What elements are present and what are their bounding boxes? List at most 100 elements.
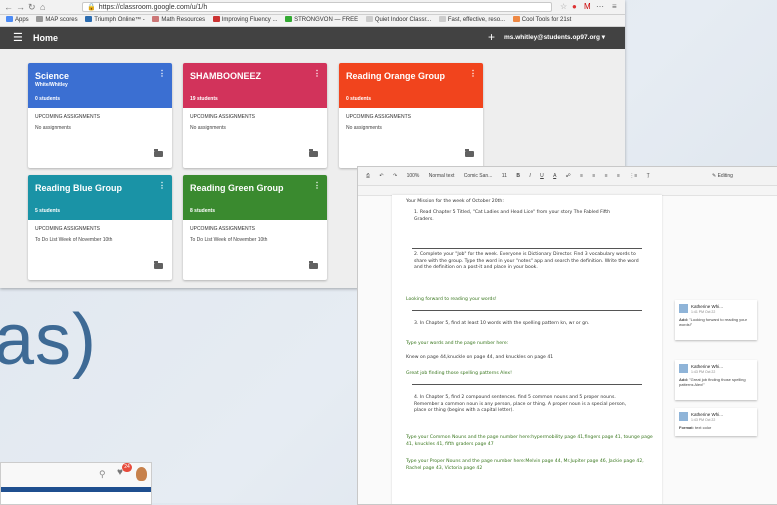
class-name[interactable]: Science: [35, 71, 69, 81]
clear-format-icon[interactable]: Ṯ: [647, 173, 650, 179]
slide-title-fragment: as): [0, 300, 98, 380]
lock-icon: 🔒: [87, 4, 96, 11]
bookmark-item[interactable]: Improving Fluency ...: [212, 16, 277, 23]
bookmark-item[interactable]: Cool Tools for 21st: [512, 16, 571, 23]
upcoming-value[interactable]: To Do List Week of November 10th: [190, 237, 267, 243]
bold-icon[interactable]: B: [516, 173, 520, 179]
upcoming-value: No assignments: [346, 125, 382, 131]
class-name[interactable]: Reading Orange Group: [346, 71, 445, 81]
upcoming-value[interactable]: To Do List Week of November 10th: [35, 237, 112, 243]
account-menu[interactable]: ms.whitley@students.op97.org ▾: [504, 33, 605, 43]
bookmarks-bar: Apps MAP scores Triumph Online™ - Math R…: [0, 15, 625, 27]
address-bar[interactable]: 🔒 https://classroom.google.com/u/1/h: [82, 2, 552, 12]
class-card-reading-blue[interactable]: Reading Blue Group 5 students ⋮ UPCOMING…: [28, 175, 172, 280]
reload-icon[interactable]: ↻: [28, 2, 36, 12]
class-name[interactable]: Reading Green Group: [190, 183, 284, 193]
style-select[interactable]: Normal text: [429, 173, 455, 179]
text-color-icon[interactable]: A: [553, 173, 556, 179]
folder-icon[interactable]: [154, 149, 163, 157]
bookmark-item[interactable]: Math Resources: [152, 16, 205, 23]
hamburger-menu-icon[interactable]: ☰: [13, 32, 23, 44]
comment-card[interactable]: Katherine Whi... 1:43 PM Oct 22 Format: …: [675, 408, 757, 436]
link-icon[interactable]: ☍: [566, 173, 571, 179]
redo-icon[interactable]: ↷: [393, 173, 397, 179]
bookmark-item[interactable]: MAP scores: [36, 16, 78, 23]
teacher-reply-1: Looking forward to reading your words!: [406, 297, 497, 302]
teacher-reply-2: Great job finding those spelling pattern…: [406, 371, 512, 376]
size-select[interactable]: 11: [502, 173, 507, 179]
more-options-icon[interactable]: ⋮: [313, 181, 321, 190]
print-icon[interactable]: ⎙: [366, 173, 370, 179]
comment-card[interactable]: Katherine Whi... 1:43 PM Oct 22 Add: "Gr…: [675, 360, 757, 400]
class-card-reading-green[interactable]: Reading Green Group 8 students ⋮ UPCOMIN…: [183, 175, 327, 280]
bookmark-item[interactable]: Apps: [6, 16, 29, 23]
class-card-shambooneez[interactable]: SHAMBOONEEZ 19 students ⋮ UPCOMING ASSIG…: [183, 63, 327, 168]
class-card-reading-orange[interactable]: Reading Orange Group 0 students ⋮ UPCOMI…: [339, 63, 483, 168]
menu-dots-icon[interactable]: ⋯: [596, 2, 604, 12]
zoom-select[interactable]: 100%: [407, 173, 420, 179]
avatar[interactable]: [136, 467, 147, 481]
answer-3[interactable]: Knew on page 44,knuckle on page 44, and …: [406, 355, 656, 362]
avatar: [679, 412, 688, 421]
bookmark-item[interactable]: Fast, effective, reso...: [438, 16, 505, 23]
font-select[interactable]: Comic San...: [464, 173, 493, 179]
add-class-icon[interactable]: +: [488, 31, 495, 43]
answer-4-proper[interactable]: Type your Proper Nouns and the page numb…: [406, 459, 656, 472]
more-options-icon[interactable]: ⋮: [469, 69, 477, 78]
align-left-icon[interactable]: ≡: [580, 173, 583, 179]
folder-icon[interactable]: [154, 261, 163, 269]
upcoming-heading: UPCOMING ASSIGNMENTS: [35, 226, 101, 232]
undo-icon[interactable]: ↶: [379, 173, 383, 179]
justify-icon[interactable]: ≡: [617, 173, 620, 179]
page-title: Home: [33, 33, 59, 43]
url-text: https://classroom.google.com/u/1/h: [98, 4, 208, 11]
comment-text: Add: "Looking forward to reading your wo…: [679, 317, 747, 327]
bookmark-item[interactable]: Triumph Online™ -: [85, 16, 145, 23]
folder-icon[interactable]: [309, 149, 318, 157]
bookmark-item[interactable]: Quiet Indoor Classr...: [365, 16, 431, 23]
classroom-header: ☰ Home + ms.whitley@students.op97.org ▾: [0, 27, 625, 49]
upcoming-heading: UPCOMING ASSIGNMENTS: [190, 114, 256, 120]
divider: [412, 248, 642, 249]
class-card-science[interactable]: Science White/Whitley 0 students ⋮ UPCOM…: [28, 63, 172, 168]
more-options-icon[interactable]: ⋮: [158, 69, 166, 78]
bookmark-item[interactable]: STRONGVON — FREE: [285, 16, 358, 23]
comment-time: 1:41 PM Oct 22: [691, 310, 716, 314]
more-options-icon[interactable]: ⋮: [158, 181, 166, 190]
editing-mode[interactable]: ✎ Editing: [712, 167, 733, 185]
underline-icon[interactable]: U: [540, 173, 544, 179]
student-count: 0 students: [35, 96, 61, 102]
gmail-icon[interactable]: M: [584, 2, 591, 12]
extension-icon[interactable]: ●: [572, 2, 577, 12]
star-icon[interactable]: ☆: [560, 2, 567, 12]
align-right-icon[interactable]: ≡: [605, 173, 608, 179]
folder-icon[interactable]: [309, 261, 318, 269]
align-center-icon[interactable]: ≡: [592, 173, 595, 179]
folder-icon[interactable]: [465, 149, 474, 157]
comment-author: Katherine Whi...: [691, 364, 724, 369]
avatar: [679, 364, 688, 373]
search-icon[interactable]: ⚲: [99, 469, 106, 480]
item-3: 3. In Chapter 5, find at least 10 words …: [414, 321, 590, 326]
forward-icon[interactable]: →: [16, 2, 25, 12]
home-icon[interactable]: ⌂: [40, 2, 45, 12]
back-icon[interactable]: ←: [4, 2, 13, 12]
blue-strip: [1, 487, 151, 492]
student-count: 5 students: [35, 208, 61, 214]
upcoming-value: No assignments: [190, 125, 226, 131]
answer-4-common[interactable]: Type your Common Nouns and the page numb…: [406, 435, 656, 448]
item-2: 2. Complete your "Job" for the week. Eve…: [414, 252, 639, 271]
divider: [412, 310, 642, 311]
comment-card[interactable]: Katherine Whi... 1:41 PM Oct 22 Add: "Lo…: [675, 300, 757, 340]
comment-text: Add: "Great job finding those spelling p…: [679, 377, 746, 387]
italic-icon[interactable]: I: [529, 173, 530, 179]
class-name[interactable]: SHAMBOONEEZ: [190, 71, 261, 81]
mini-toolbar-fragment: ⚲ ♥ 24: [0, 462, 152, 505]
more-options-icon[interactable]: ⋮: [313, 69, 321, 78]
comment-author: Katherine Whi...: [691, 412, 724, 417]
list-icon[interactable]: ⋮≡: [629, 173, 637, 179]
comment-text: Format: text color: [679, 425, 712, 430]
class-name[interactable]: Reading Blue Group: [35, 183, 122, 193]
settings-menu-icon[interactable]: ≡: [612, 2, 617, 12]
class-subtitle: White/Whitley: [35, 82, 68, 88]
